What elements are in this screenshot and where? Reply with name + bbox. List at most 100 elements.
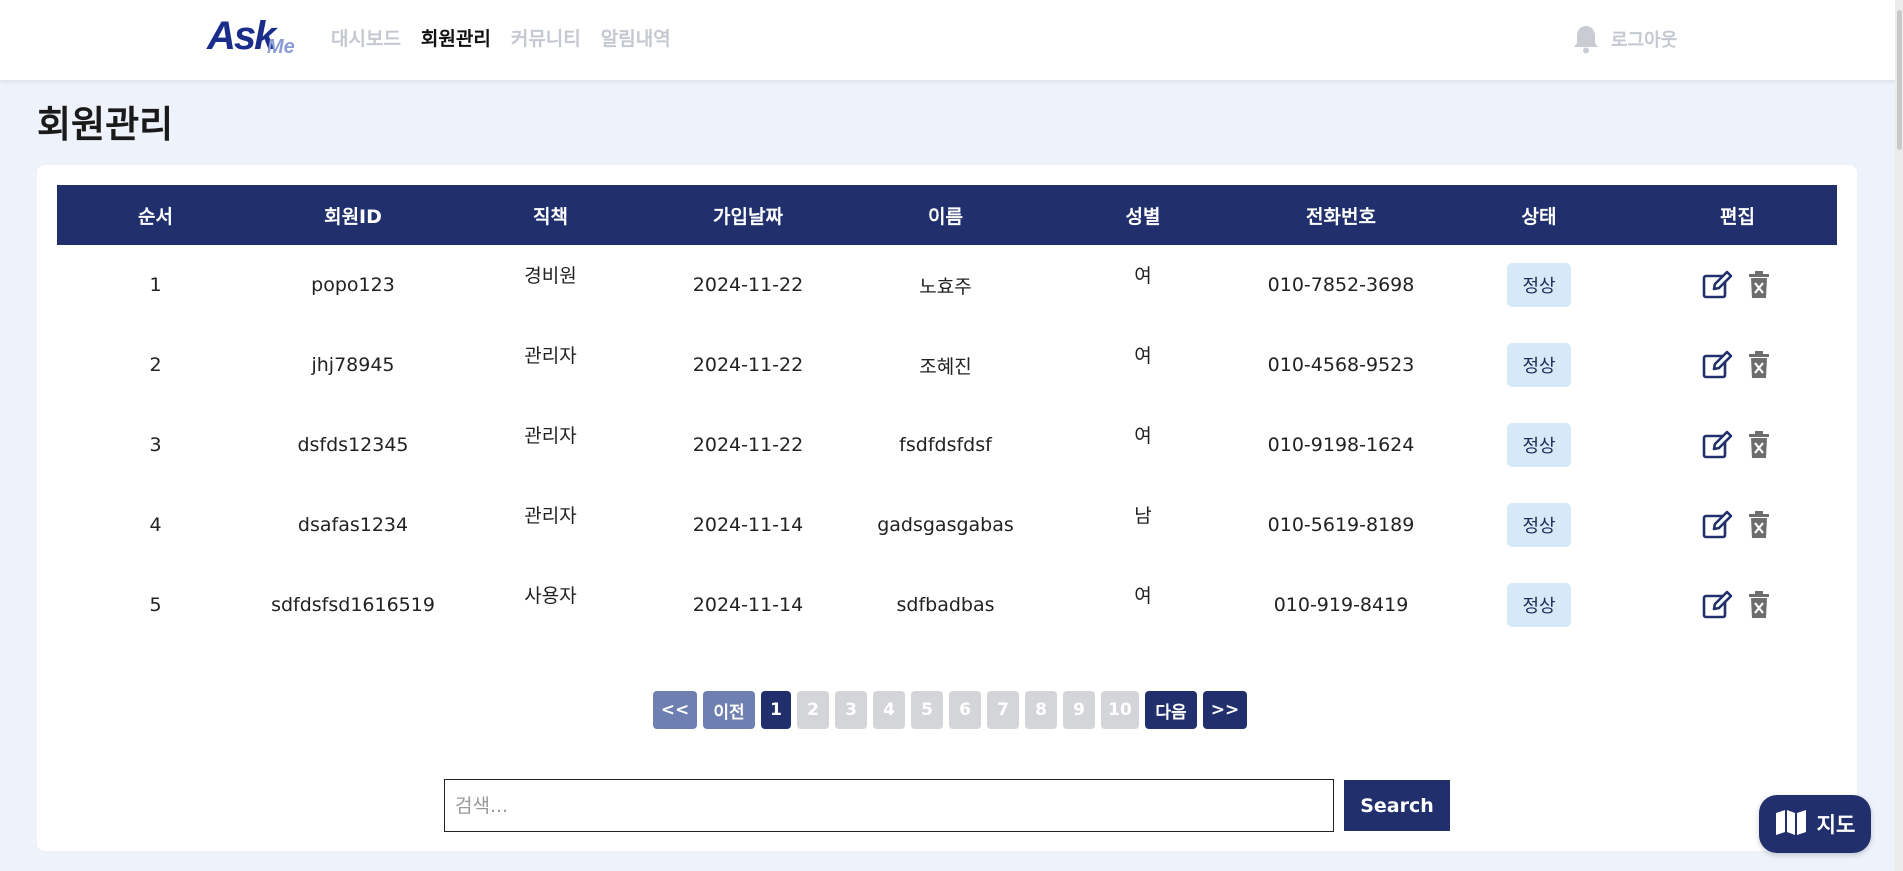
cell-phone: 010-7852-3698 [1267,274,1415,296]
cell-status: 정상 [1440,485,1638,565]
next-page-button[interactable]: 다음 [1145,691,1197,729]
nav-item-community[interactable]: 커뮤니티 [511,24,581,51]
cell-edit [1638,565,1837,645]
status-badge[interactable]: 정상 [1507,263,1571,307]
members-card: 순서 회원ID 직책 가입날짜 이름 성별 전화번호 상태 편집 1 popo1… [37,165,1857,851]
cell-gender: 여 [1134,265,1152,287]
cell-no: 1 [149,274,162,296]
page-button-9[interactable]: 9 [1063,691,1095,729]
cell-member-id: sdfdsfsd1616519 [271,594,435,616]
table-row: 5 sdfdsfsd1616519 사용자 2024-11-14 sdfbadb… [57,565,1837,645]
scrollbar-thumb[interactable] [1897,10,1902,150]
cell-status: 정상 [1440,245,1638,325]
page-button-6[interactable]: 6 [949,691,981,729]
cell-member-id: dsafas1234 [297,514,409,536]
column-header-member-id: 회원ID [324,205,382,228]
main-nav: 대시보드 회원관리 커뮤니티 알림내역 [331,24,671,51]
cell-join-date: 2024-11-14 [692,594,804,616]
prev-page-button[interactable]: 이전 [703,691,755,729]
page-button-2[interactable]: 2 [797,691,829,729]
cell-phone: 010-9198-1624 [1267,434,1415,456]
cell-gender: 여 [1134,425,1152,447]
app-logo[interactable]: Ask Me [207,14,299,60]
nav-item-notifications[interactable]: 알림내역 [601,24,671,51]
cell-name: gadsgasgabas [877,514,1014,536]
cell-join-date: 2024-11-14 [692,514,804,536]
status-badge[interactable]: 정상 [1507,503,1571,547]
cell-join-date: 2024-11-22 [692,274,804,296]
first-page-button[interactable]: << [653,691,697,729]
search-button[interactable]: Search [1344,780,1450,831]
map-icon [1775,809,1807,839]
table-row: 3 dsfds12345 관리자 2024-11-22 fsdfdsfdsf 여… [57,405,1837,485]
column-header-edit: 편집 [1720,205,1755,228]
cell-role: 사용자 [524,585,577,607]
edit-icon[interactable] [1701,269,1733,301]
trash-icon[interactable] [1743,589,1775,621]
page-button-10[interactable]: 10 [1101,691,1139,729]
page-button-5[interactable]: 5 [911,691,943,729]
edit-icon[interactable] [1701,509,1733,541]
cell-role: 관리자 [524,345,577,367]
cell-phone: 010-919-8419 [1273,594,1409,616]
logo-main-text: Ask [207,14,276,58]
cell-status: 정상 [1440,325,1638,405]
nav-item-dashboard[interactable]: 대시보드 [331,24,401,51]
cell-edit [1638,325,1837,405]
trash-icon[interactable] [1743,269,1775,301]
status-badge[interactable]: 정상 [1507,583,1571,627]
cell-edit [1638,485,1837,565]
cell-gender: 여 [1134,585,1152,607]
column-header-join-date: 가입날짜 [713,205,783,228]
table-row: 4 dsafas1234 관리자 2024-11-14 gadsgasgabas… [57,485,1837,565]
page-button-7[interactable]: 7 [987,691,1019,729]
cell-member-id: dsfds12345 [297,434,409,456]
map-button[interactable]: 지도 [1759,795,1871,853]
logo-sub-text: Me [267,36,295,58]
cell-status: 정상 [1440,565,1638,645]
nav-item-members[interactable]: 회원관리 [421,24,491,51]
column-header-no: 순서 [138,205,173,228]
cell-join-date: 2024-11-22 [692,354,804,376]
cell-edit [1638,245,1837,325]
table-row: 1 popo123 경비원 2024-11-22 노효주 여 010-7852-… [57,245,1837,325]
table-row: 2 jhj78945 관리자 2024-11-22 조혜진 여 010-4568… [57,325,1837,405]
cell-join-date: 2024-11-22 [692,434,804,456]
table-header-row: 순서 회원ID 직책 가입날짜 이름 성별 전화번호 상태 편집 [57,185,1837,245]
page-button-3[interactable]: 3 [835,691,867,729]
logout-button[interactable]: 로그아웃 [1611,26,1677,52]
status-badge[interactable]: 정상 [1507,343,1571,387]
cell-no: 5 [149,594,162,616]
column-header-status: 상태 [1521,205,1557,228]
cell-role: 경비원 [524,265,577,287]
status-badge[interactable]: 정상 [1507,423,1571,467]
cell-name: 노효주 [919,275,972,298]
trash-icon[interactable] [1743,509,1775,541]
cell-edit [1638,405,1837,485]
cell-role: 관리자 [524,505,577,527]
trash-icon[interactable] [1743,349,1775,381]
last-page-button[interactable]: >> [1203,691,1247,729]
column-header-gender: 성별 [1125,205,1161,228]
pagination: << 이전 1 2 3 4 5 6 7 8 9 10 다음 >> [653,691,1247,729]
page-button-8[interactable]: 8 [1025,691,1057,729]
page-button-4[interactable]: 4 [873,691,905,729]
column-header-role: 직책 [533,205,568,228]
cell-name: fsdfdsfdsf [899,434,992,456]
cell-gender: 남 [1134,505,1152,527]
search-input[interactable] [444,779,1334,832]
cell-member-id: jhj78945 [311,354,395,376]
cell-name: sdfbadbas [896,594,995,616]
edit-icon[interactable] [1701,349,1733,381]
trash-icon[interactable] [1743,429,1775,461]
column-header-name: 이름 [928,205,963,228]
page-button-1[interactable]: 1 [761,691,791,729]
column-header-phone: 전화번호 [1306,205,1376,228]
bell-icon[interactable] [1572,24,1600,54]
edit-icon[interactable] [1701,589,1733,621]
edit-icon[interactable] [1701,429,1733,461]
members-table: 순서 회원ID 직책 가입날짜 이름 성별 전화번호 상태 편집 1 popo1… [57,185,1837,645]
cell-member-id: popo123 [311,274,395,296]
cell-gender: 여 [1134,345,1152,367]
top-navigation-bar: Ask Me 대시보드 회원관리 커뮤니티 알림내역 로그아웃 [0,0,1903,80]
